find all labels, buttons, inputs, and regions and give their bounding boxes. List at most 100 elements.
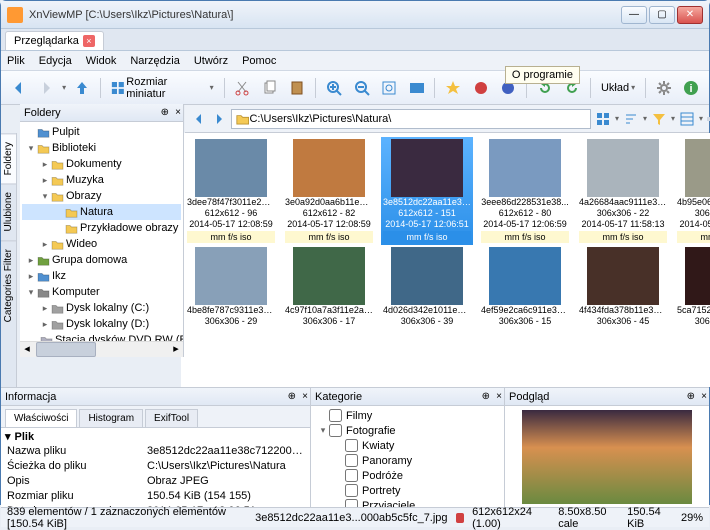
titlebar: XnViewMP [C:\Users\Ikz\Pictures\Natura\]… [1, 1, 709, 29]
view-mode-a-dropdown[interactable]: ▾ [615, 114, 619, 123]
category-item[interactable]: ▾Fotografie [313, 423, 502, 438]
tree-item[interactable]: ▸Dysk lokalny (C:) [22, 300, 181, 316]
filter-button[interactable] [651, 110, 667, 128]
paste-button[interactable] [286, 76, 310, 100]
thumbnail-item[interactable]: 5ca71522a7c911e3a8... 306x306 - 45 [675, 245, 710, 329]
menu-file[interactable]: Plik [7, 55, 25, 67]
panel-close-icon[interactable]: × [175, 107, 181, 118]
sort-dropdown[interactable]: ▾ [643, 114, 647, 123]
maximize-button[interactable]: ▢ [649, 6, 675, 24]
tree-item[interactable]: ▸Dysk lokalny (D:) [22, 316, 181, 332]
tree-item[interactable]: ▸Ikz [22, 268, 181, 284]
thumbnail-item[interactable]: 3dee78f47f3011e287... 612x612 - 962014-0… [185, 137, 277, 245]
tree-item[interactable]: ▾Obrazy [22, 188, 181, 204]
history-dropdown[interactable]: ▾ [62, 83, 66, 92]
menu-edit[interactable]: Edycja [39, 55, 72, 67]
category-checkbox[interactable] [345, 469, 358, 482]
panel-close-icon[interactable]: × [496, 391, 502, 402]
tree-item[interactable]: Stacja dysków DVD RW (E:) Moje [22, 332, 181, 341]
address-input[interactable] [249, 113, 586, 125]
tree-item[interactable]: Pulpit [22, 124, 181, 140]
thumbnail-item[interactable]: 3e0a92d0aa6b11e21b... 612x612 - 822014-0… [283, 137, 375, 245]
category-checkbox[interactable] [329, 409, 342, 422]
close-button[interactable]: ✕ [677, 6, 703, 24]
pin-icon[interactable]: ⊕ [687, 391, 695, 402]
pin-icon[interactable]: ⊕ [482, 391, 490, 402]
category-checkbox[interactable] [345, 499, 358, 507]
category-item[interactable]: Panoramy [313, 453, 502, 468]
side-tab-favorites[interactable]: Ulubione [1, 183, 16, 239]
about-button[interactable]: i [680, 76, 704, 100]
tree-item[interactable]: ▾Biblioteki [22, 140, 181, 156]
category-item[interactable]: Kwiaty [313, 438, 502, 453]
categories-panel: Kategorie ⊕ × Filmy▾FotografieKwiatyPano… [311, 388, 505, 507]
thumbnail-item[interactable]: 4be8fe787c9311e3aa... 306x306 - 29 [185, 245, 277, 329]
side-tab-categories-filter[interactable]: Categories Filter [1, 240, 16, 330]
thumbnail-item[interactable]: 4a26684aac9111e3b... 306x306 - 222014-05… [577, 137, 669, 245]
tab-histogram[interactable]: Histogram [79, 409, 143, 427]
category-item[interactable]: Podróże [313, 468, 502, 483]
folder-hscrollbar[interactable]: ◂ ▸ [20, 341, 183, 357]
fullscreen-button[interactable] [405, 76, 429, 100]
tag-red-button[interactable] [469, 76, 493, 100]
menu-help[interactable]: Pomoc [242, 55, 276, 67]
view-mode-b-dropdown[interactable]: ▾ [699, 114, 703, 123]
up-button[interactable] [70, 76, 94, 100]
minimize-button[interactable]: — [621, 6, 647, 24]
thumbnail-item[interactable]: 4c97f10a7a3f11e2a7... 306x306 - 17 [283, 245, 375, 329]
sort-button[interactable] [623, 110, 639, 128]
addr-back-button[interactable] [191, 110, 207, 128]
thumbnail-item[interactable]: 4f434fda378b11e395... 306x306 - 45 [577, 245, 669, 329]
menu-tools[interactable]: Narzędzia [130, 55, 180, 67]
tree-item[interactable]: Przykładowe obrazy [22, 220, 181, 236]
pin-icon[interactable]: ⊕ [288, 391, 296, 402]
tree-item[interactable]: ▸Dokumenty [22, 156, 181, 172]
layout-dropdown[interactable]: Układ ▾ [597, 82, 639, 94]
category-item[interactable]: Portrety [313, 483, 502, 498]
settings-button[interactable] [652, 76, 676, 100]
zoom-in-button[interactable] [322, 76, 346, 100]
category-checkbox[interactable] [329, 424, 342, 437]
side-tab-folders[interactable]: Foldery [1, 133, 16, 183]
collapse-icon[interactable]: ▾ [5, 430, 11, 443]
tree-item[interactable]: ▸Grupa domowa [22, 252, 181, 268]
tree-item[interactable]: ▸Wideo [22, 236, 181, 252]
zoom-out-button[interactable] [350, 76, 374, 100]
category-checkbox[interactable] [345, 454, 358, 467]
thumbnail-item[interactable]: 4ef59e2ca6c911e38... 306x306 - 15 [479, 245, 571, 329]
thumbnail-size-dropdown[interactable]: Rozmiar miniatur ▾ [107, 76, 218, 100]
pin-icon[interactable]: ⊕ [161, 107, 169, 118]
thumbnail-item[interactable]: 4b95e068b42811e3b... 306x306 - 142014-05… [675, 137, 710, 245]
menu-create[interactable]: Utwórz [194, 55, 228, 67]
copy-button[interactable] [258, 76, 282, 100]
category-checkbox[interactable] [345, 439, 358, 452]
cut-button[interactable] [231, 76, 255, 100]
menu-view[interactable]: Widok [86, 55, 117, 67]
tab-exiftool[interactable]: ExifTool [145, 409, 198, 427]
filter-dropdown[interactable]: ▾ [671, 114, 675, 123]
back-button[interactable] [7, 76, 31, 100]
category-checkbox[interactable] [345, 484, 358, 497]
tree-item[interactable]: ▾Komputer [22, 284, 181, 300]
thumbnail-item[interactable]: 4d026d342e1011e3a... 306x306 - 39 [381, 245, 473, 329]
view-mode-b-button[interactable] [679, 110, 695, 128]
thumbnail-item[interactable]: 3eee86d228531e38... 612x612 - 802014-05-… [479, 137, 571, 245]
addr-forward-button[interactable] [211, 110, 227, 128]
forward-button[interactable] [35, 76, 59, 100]
folder-tree[interactable]: Pulpit▾Biblioteki▸Dokumenty▸Muzyka▾Obraz… [20, 122, 183, 341]
category-item[interactable]: Filmy [313, 408, 502, 423]
tree-item[interactable]: ▸Muzyka [22, 172, 181, 188]
star-button[interactable] [441, 76, 465, 100]
view-mode-a-button[interactable] [595, 110, 611, 128]
thumbnail-item[interactable]: 3e8512dc22aa11e38c... 612x612 - 1512014-… [381, 137, 473, 245]
panel-close-icon[interactable]: × [701, 391, 707, 402]
tree-item[interactable]: Natura [22, 204, 181, 220]
zoom-fit-button[interactable] [377, 76, 401, 100]
thumbnail-grid[interactable]: 3dee78f47f3011e287... 612x612 - 962014-0… [181, 133, 710, 387]
categories-tree[interactable]: Filmy▾FotografieKwiatyPanoramyPodróżePor… [311, 406, 504, 507]
browser-tab[interactable]: Przeglądarka × [5, 31, 104, 50]
tab-close-icon[interactable]: × [83, 35, 95, 47]
panel-close-icon[interactable]: × [302, 391, 308, 402]
tab-properties[interactable]: Właściwości [5, 409, 77, 427]
property-row: OpisObraz JPEG [1, 475, 310, 490]
